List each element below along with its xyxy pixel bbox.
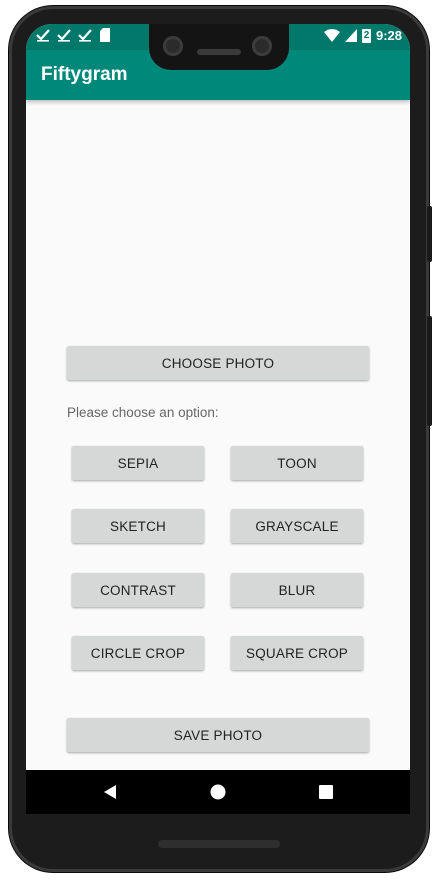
status-clock: 9:28 bbox=[375, 28, 402, 43]
recents-icon[interactable] bbox=[316, 782, 336, 802]
sepia-button[interactable]: SEPIA bbox=[72, 446, 204, 480]
bottom-speaker-grille bbox=[158, 840, 280, 848]
camera-notch bbox=[149, 24, 289, 70]
circle-crop-button[interactable]: CIRCLE CROP bbox=[72, 636, 204, 670]
contrast-button[interactable]: CONTRAST bbox=[72, 573, 204, 607]
option-prompt: Please choose an option: bbox=[67, 405, 219, 420]
choose-photo-button[interactable]: CHOOSE PHOTO bbox=[67, 346, 369, 380]
volume-button bbox=[427, 316, 432, 426]
check-icon bbox=[57, 29, 71, 42]
earpiece-speaker bbox=[197, 49, 241, 55]
home-icon[interactable] bbox=[208, 782, 228, 802]
check-icon bbox=[78, 29, 92, 42]
notification-icons bbox=[36, 28, 111, 42]
power-button bbox=[427, 206, 432, 262]
wifi-icon bbox=[323, 29, 340, 42]
system-icons: 2 9:28 bbox=[323, 28, 402, 43]
blur-button[interactable]: BLUR bbox=[231, 573, 363, 607]
check-icon bbox=[36, 29, 50, 42]
battery-level: 2 bbox=[363, 29, 370, 41]
sd-card-icon bbox=[100, 28, 110, 42]
back-icon[interactable] bbox=[100, 782, 120, 802]
sketch-button[interactable]: SKETCH bbox=[72, 509, 204, 543]
navigation-bar bbox=[26, 770, 410, 814]
front-camera-icon bbox=[163, 36, 183, 56]
front-camera-icon bbox=[252, 36, 272, 56]
cell-signal-icon bbox=[344, 29, 357, 42]
save-photo-button[interactable]: SAVE PHOTO bbox=[67, 718, 369, 752]
square-crop-button[interactable]: SQUARE CROP bbox=[231, 636, 363, 670]
grayscale-button[interactable]: GRAYSCALE bbox=[231, 509, 363, 543]
battery-icon: 2 bbox=[361, 28, 371, 43]
screen: 2 9:28 Fiftygram CHOOSE PHOTO Please cho… bbox=[26, 24, 410, 814]
toon-button[interactable]: TOON bbox=[231, 446, 363, 480]
app-title: Fiftygram bbox=[41, 64, 128, 85]
